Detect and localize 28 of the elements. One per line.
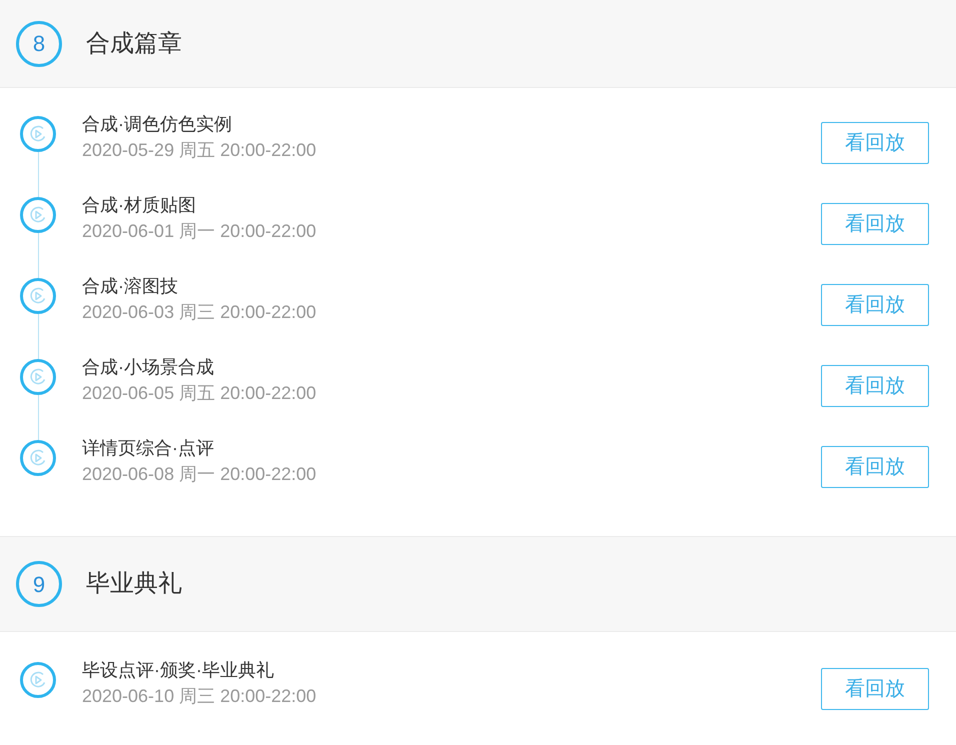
replay-button[interactable]: 看回放 [821,203,929,245]
section-number: 8 [16,20,62,66]
replay-button[interactable]: 看回放 [821,122,929,164]
lesson-time: 2020-06-03 周三 20:00-22:00 [82,301,316,324]
lesson-time: 2020-06-10 周三 20:00-22:00 [82,685,316,708]
play-icon [20,440,56,476]
lesson-title: 合成·材质贴图 [82,194,197,217]
lesson-time: 2020-06-05 周五 20:00-22:00 [82,382,316,405]
section-number: 9 [16,561,62,607]
lesson-title: 详情页综合·点评 [82,437,215,460]
play-icon [20,359,56,395]
lesson-time: 2020-06-08 周一 20:00-22:00 [82,463,316,486]
play-icon [20,662,56,698]
lesson-title: 毕设点评·颁奖·毕业典礼 [82,659,275,682]
lesson-title: 合成·溶图技 [82,275,179,298]
lesson-title: 合成·小场景合成 [82,356,215,379]
play-icon [20,197,56,233]
play-icon [20,278,56,314]
replay-button[interactable]: 看回放 [821,365,929,407]
replay-button[interactable]: 看回放 [821,446,929,488]
lesson-time: 2020-06-01 周一 20:00-22:00 [82,220,316,243]
lesson-time: 2020-05-29 周五 20:00-22:00 [82,139,316,162]
replay-button[interactable]: 看回放 [821,284,929,326]
replay-button[interactable]: 看回放 [821,668,929,710]
section-title: 合成篇章 [86,28,182,58]
section-title: 毕业典礼 [86,569,182,599]
play-icon [20,116,56,152]
lesson-title: 合成·调色仿色实例 [82,113,233,136]
